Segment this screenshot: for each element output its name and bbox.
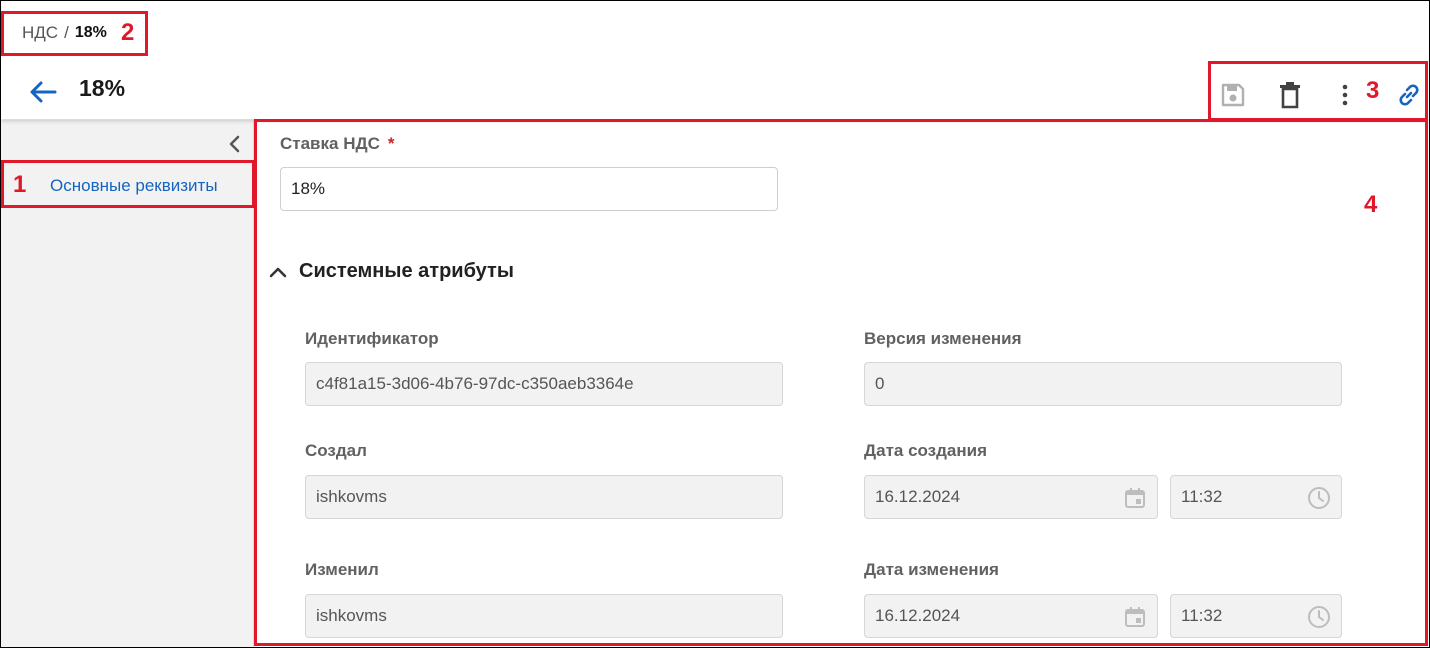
modified-date-picker[interactable] [1123, 605, 1147, 629]
delete-icon [1280, 82, 1300, 109]
annotation-label-4: 4 [1364, 191, 1378, 218]
modified-date-label: Дата изменения [864, 560, 999, 579]
link-icon [1399, 84, 1419, 106]
vat-rate-label: Ставка НДС * [280, 134, 394, 154]
system-attributes-toggle[interactable]: Системные атрибуты [269, 260, 514, 283]
version-label: Версия изменения [864, 329, 1022, 348]
created-date-value: 16.12.2024 [875, 487, 961, 506]
modified-date-field[interactable]: 16.12.2024 [864, 594, 1158, 638]
vat-rate-value: 18% [291, 179, 326, 198]
more-vert-icon [1342, 84, 1348, 106]
created-date-field[interactable]: 16.12.2024 [864, 475, 1158, 519]
delete-button[interactable] [1274, 79, 1306, 111]
breadcrumb-parent[interactable]: НДС [22, 23, 58, 43]
calendar-icon [1125, 607, 1145, 627]
modified-time-picker[interactable] [1307, 605, 1331, 629]
version-value: 0 [875, 374, 885, 393]
modified-by-label: Изменил [305, 560, 379, 579]
modified-time-field[interactable]: 11:32 [1170, 594, 1342, 638]
vat-rate-input[interactable]: 18% [280, 167, 778, 211]
id-value: c4f81a15-3d06-4b76-97dc-c350aeb3364e [316, 374, 634, 393]
vat-rate-label-text: Ставка НДС [280, 134, 380, 153]
chevron-left-icon [229, 135, 240, 153]
created-by-label: Создал [305, 441, 367, 460]
clock-icon [1308, 606, 1330, 628]
annotation-label-3: 3 [1366, 77, 1380, 104]
chevron-up-icon [269, 267, 287, 277]
back-button[interactable] [27, 77, 59, 107]
collapse-sidebar-button[interactable] [223, 133, 245, 155]
modified-by-value: ishkovms [316, 606, 387, 625]
modified-time-value: 11:32 [1181, 606, 1223, 625]
created-time-field[interactable]: 11:32 [1170, 475, 1342, 519]
required-mark: * [387, 134, 395, 153]
modified-date-value: 16.12.2024 [875, 606, 961, 625]
created-time-value: 11:32 [1181, 487, 1223, 506]
clock-icon [1308, 487, 1330, 509]
main-content: Ставка НДС * 18% Системные атрибуты Идент… [255, 120, 1428, 647]
more-button[interactable] [1329, 79, 1361, 111]
header: НДС / 18% 18% [1, 1, 1429, 119]
system-attributes-title: Системные атрибуты [299, 260, 514, 282]
arrow-left-icon [30, 81, 57, 103]
sidebar-item-main-details[interactable]: Основные реквизиты [50, 176, 218, 196]
save-icon [1221, 83, 1245, 107]
breadcrumb-separator: / [64, 23, 69, 42]
created-time-picker[interactable] [1307, 486, 1331, 510]
created-date-picker[interactable] [1123, 486, 1147, 510]
annotation-label-1: 1 [13, 171, 27, 198]
created-by-value: ishkovms [316, 487, 387, 506]
id-field[interactable]: c4f81a15-3d06-4b76-97dc-c350aeb3364e [305, 362, 783, 406]
breadcrumb: НДС / 18% [22, 23, 107, 43]
save-button[interactable] [1217, 79, 1249, 111]
modified-by-field[interactable]: ishkovms [305, 594, 783, 638]
created-date-label: Дата создания [864, 441, 988, 460]
created-by-field[interactable]: ishkovms [305, 475, 783, 519]
version-field[interactable]: 0 [864, 362, 1342, 406]
sidebar: Основные реквизиты [1, 120, 254, 647]
calendar-icon [1125, 488, 1145, 508]
id-label: Идентификатор [305, 329, 439, 348]
annotation-label-2: 2 [121, 19, 135, 46]
copy-link-button[interactable] [1393, 79, 1425, 111]
breadcrumb-current: 18% [74, 24, 107, 41]
page-title: 18% [79, 75, 126, 101]
